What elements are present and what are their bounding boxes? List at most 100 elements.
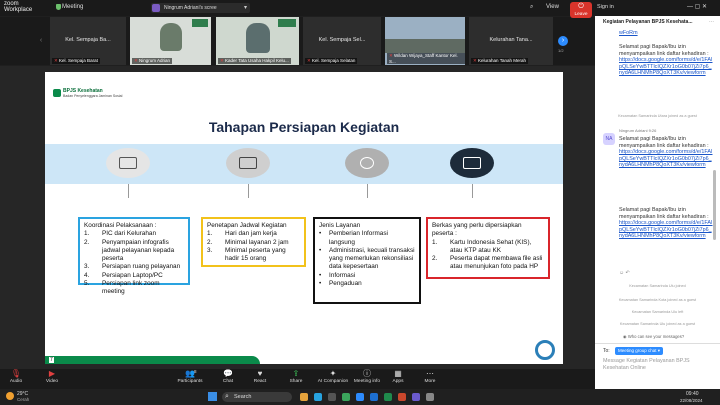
participant-name: Kel. Sempaja Ba...	[65, 37, 111, 43]
start-icon[interactable]	[208, 392, 217, 401]
battery-icon	[119, 157, 137, 169]
gallery-page-indicator: 1/2	[558, 48, 564, 53]
video-tile[interactable]: ✕ Ningrum Adrian	[130, 17, 211, 65]
message-text: Selamat pagi Bapak/Ibu izin menyampaikan…	[619, 44, 709, 57]
item-text: Persiapan Laptop/PC	[102, 271, 163, 279]
battery-circle	[106, 148, 150, 178]
zoom-app-icon[interactable]	[356, 393, 364, 401]
tile-footer: ✕ Kader Tata Usaha Hakpil Kelu...	[218, 58, 291, 64]
clock-time[interactable]: 09:40	[686, 391, 699, 397]
settings-icon[interactable]	[426, 393, 434, 401]
chat-input[interactable]: Message Kegiatan Pelayanan BPJS Kesehata…	[603, 358, 715, 372]
list-item: 2. Peserta dapat membawa file asli atau m…	[432, 255, 544, 272]
item-number: 1.	[432, 238, 438, 246]
security-shield-icon	[56, 4, 61, 10]
edge-icon[interactable]	[314, 393, 322, 401]
video-tile[interactable]: Kelurahan Tana... ✕ Kelurahan Tanah Mera…	[469, 17, 553, 65]
share-button[interactable]: ⇪ Share	[276, 369, 316, 384]
tile-footer-name: Ningrum Adrian	[139, 58, 171, 63]
react-button[interactable]: ♥ React	[240, 369, 280, 384]
teams-icon[interactable]	[412, 393, 420, 401]
list-item: 1. PIC dari Kelurahan	[84, 230, 184, 238]
connector-line	[472, 184, 473, 198]
slide-title: Tahapan Persiapan Kegiatan	[208, 119, 400, 135]
taskbar-search[interactable]: ⌕ Search	[222, 392, 292, 402]
gallery-prev-icon[interactable]: ‹	[36, 36, 46, 46]
box-heading: Koordinasi Pelaksanaan :	[84, 222, 157, 229]
tile-footer: ✕ Kelurahan Tanah Merah	[471, 58, 528, 64]
video-tile[interactable]: ✕ Wildan Wijaya_Staff Kantor Kel. S...	[385, 17, 465, 65]
powerpoint-icon[interactable]	[398, 393, 406, 401]
item-text: Kartu Indonesia Sehat (KIS), atau KTP at…	[450, 238, 532, 254]
item-text: Persiapan ruang pelayanan	[102, 263, 181, 271]
search-icon[interactable]: ⌕	[530, 4, 533, 11]
excel-icon[interactable]	[384, 393, 392, 401]
participants-button[interactable]: 👥 Participants 8	[170, 369, 210, 384]
item-text: Administrasi, kecuali transaksi yang mem…	[329, 246, 415, 271]
reaction-icons[interactable]: ☺ ↶	[619, 270, 630, 276]
toolbar-label: React	[253, 379, 267, 384]
tile-footer: ✕ Wildan Wijaya_Staff Kantor Kel. S...	[387, 53, 465, 64]
muted-mic-icon: ✕	[134, 58, 138, 63]
window-controls[interactable]: — ▢ ✕	[687, 3, 707, 10]
box-heading: Berkas yang perlu dipersiapkan peserta :	[432, 222, 522, 238]
chat-more-icon[interactable]: ⋯	[709, 19, 714, 25]
video-tile[interactable]: Kel. Sempaja Sel... ✕ Kel. Sempaja Selat…	[303, 17, 381, 65]
screen-share-pill[interactable]: Ningrum Adriani's scree ▾	[151, 3, 250, 13]
more-button[interactable]: ⋯ More	[410, 369, 450, 384]
to-label: To:	[603, 348, 610, 354]
list-item: 4. Persiapan Laptop/PC	[84, 272, 184, 280]
system-message: Kecamatan Samarinda Ulu joined as a gues…	[619, 322, 696, 326]
muted-mic-icon: ✕	[220, 58, 224, 63]
chat-message: Selamat pagi Bapak/Ibu izin menyampaikan…	[619, 44, 714, 77]
chat-top-bar: Sign in — ▢ ✕	[595, 0, 720, 16]
system-message: Kecamatan Samarinda Ulu left	[631, 310, 684, 314]
video-tile[interactable]: Kel. Sempaja Ba... ✕ Kel. Sempaja Barat	[50, 17, 126, 65]
video-button[interactable]: ▶ Video	[32, 369, 72, 384]
recipient-label: Meeting group chat	[618, 348, 657, 353]
box-heading: Penetapan Jadwal Kegiatan	[207, 222, 287, 229]
sign-in-link[interactable]: Sign in	[597, 4, 614, 10]
list-item: Administrasi, kecuali transaksi yang mem…	[319, 247, 415, 272]
list-item: 5. Persiapan link zoom meeting	[84, 280, 184, 297]
divider	[595, 343, 720, 344]
chat-scrollbar[interactable]	[713, 170, 716, 240]
toolbar-label: Share	[289, 379, 303, 384]
weather-icon[interactable]	[6, 392, 14, 400]
list-item: 3. Persiapan ruang pelayanan	[84, 263, 184, 271]
file-explorer-icon[interactable]	[300, 393, 308, 401]
participant-name: Kelurahan Tana...	[489, 37, 533, 43]
box-jadwal: Penetapan Jadwal Kegiatan 1. Hari dan jam…	[201, 217, 306, 267]
item-text: Informasi	[329, 271, 356, 279]
form-link[interactable]: wFoRm	[619, 30, 638, 36]
video-tile[interactable]: ✕ Kader Tata Usaha Hakpil Kelu...	[216, 17, 299, 65]
slide-footer-bar	[45, 356, 260, 364]
toolbar-label: Audio	[9, 379, 23, 384]
who-can-see-link[interactable]: ◉ Who can see your messages?	[623, 334, 684, 339]
book-icon	[463, 157, 481, 169]
people-icon: 👥	[185, 369, 195, 378]
item-number: 3.	[207, 246, 213, 254]
view-label[interactable]: View	[546, 4, 559, 10]
form-link[interactable]: https://docs.google.com/forms/d/e/1FAIpQ…	[619, 57, 712, 76]
form-link[interactable]: https://docs.google.com/forms/d/e/1FAIpQ…	[619, 220, 712, 239]
word-icon[interactable]	[370, 393, 378, 401]
meeting-label[interactable]: Meeting	[62, 4, 83, 10]
form-link[interactable]: https://docs.google.com/forms/d/e/1FAIpQ…	[619, 149, 712, 168]
item-number: 2.	[207, 238, 213, 246]
logo-subtitle: Badan Penyelenggara Jaminan Sosial	[63, 94, 123, 98]
audio-button[interactable]: 🎙 Audio	[0, 369, 36, 384]
gallery-next-icon[interactable]: ›	[558, 36, 568, 46]
box-berkas: Berkas yang perlu dipersiapkan peserta :…	[426, 217, 550, 279]
system-message: Kecamatan Samarinda Utara joined as a gu…	[618, 114, 697, 118]
recipient-selector[interactable]: Meeting group chat ▾	[615, 347, 664, 355]
box-koordinasi: Koordinasi Pelaksanaan : 1. PIC dari Kelu…	[78, 217, 190, 295]
store-icon[interactable]	[328, 393, 336, 401]
muted-mic-icon: ✕	[389, 53, 393, 58]
item-number: 1.	[84, 230, 90, 238]
muted-mic-icon: ✕	[473, 58, 477, 63]
tile-footer: ✕ Kel. Sempaja Barat	[52, 58, 100, 64]
item-text: PIC dari Kelurahan	[102, 230, 156, 238]
leave-button[interactable]: ⏻ Leave	[570, 2, 592, 18]
chrome-icon[interactable]	[342, 393, 350, 401]
